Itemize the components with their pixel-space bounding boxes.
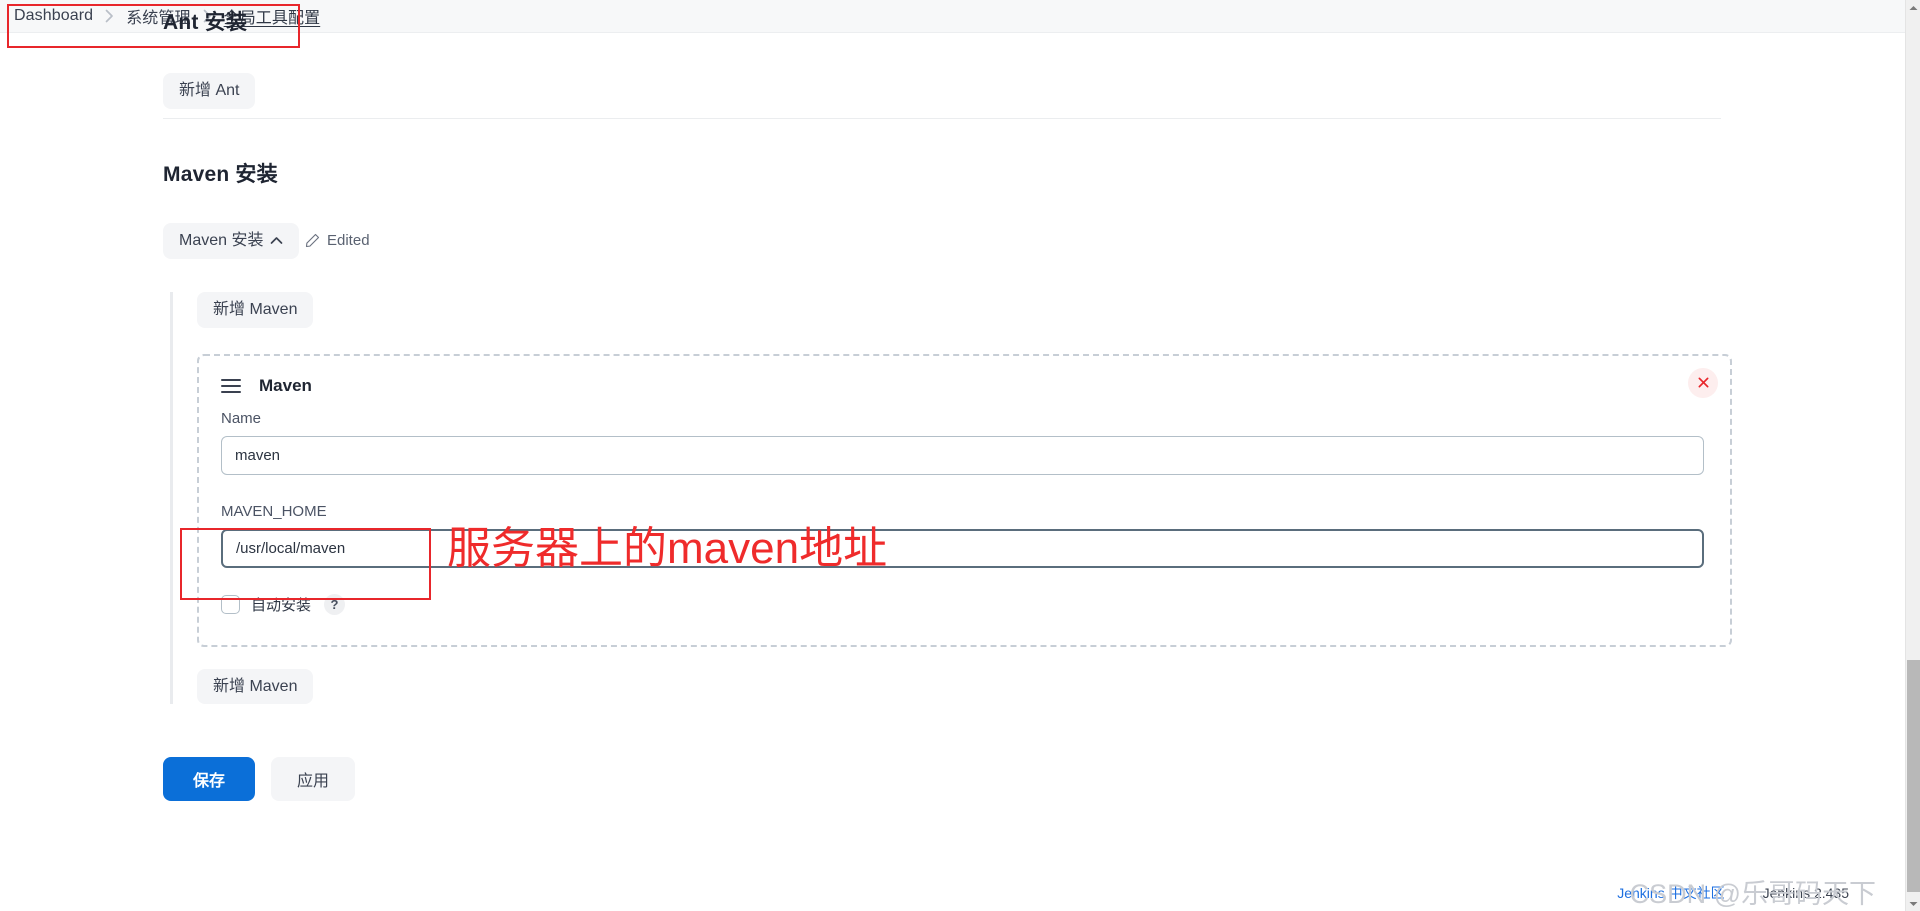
help-icon[interactable]: ? <box>324 593 346 615</box>
field-maven-home: MAVEN_HOME <box>221 503 1708 568</box>
add-ant-button[interactable]: 新增 Ant <box>163 73 256 109</box>
save-button[interactable]: 保存 <box>163 757 256 801</box>
ant-section-title: Ant 安装 <box>163 11 248 34</box>
name-input[interactable] <box>221 435 1704 475</box>
breadcrumb: Dashboard 系统管理 全局工具配置 <box>0 0 1905 33</box>
maven-collapse-toggle[interactable]: Maven 安装 <box>163 223 300 259</box>
caret-up-icon[interactable] <box>1906 0 1920 15</box>
vertical-scrollbar[interactable] <box>1905 0 1920 911</box>
add-maven-button-top[interactable]: 新增 Maven <box>197 292 314 328</box>
page-root: Dashboard 系统管理 全局工具配置 Ant 安装 新增 Ant Mave… <box>0 0 1920 911</box>
drag-handle-icon[interactable] <box>221 378 241 393</box>
annotation-text-maven-home: 服务器上的maven地址 <box>447 524 888 573</box>
caret-down-icon[interactable] <box>1906 896 1920 911</box>
apply-button[interactable]: 应用 <box>271 757 356 801</box>
auto-install-checkbox[interactable] <box>221 594 240 614</box>
maven-card-header: Maven <box>221 376 1708 396</box>
chevron-right-icon <box>105 9 114 23</box>
maven-tool-card: Maven Name MAVEN_HOME 自动安装 ? <box>197 353 1732 647</box>
field-name-label: Name <box>221 409 262 427</box>
pencil-icon <box>305 233 320 248</box>
action-buttons: 保存 应用 <box>163 757 356 801</box>
maven-home-input[interactable] <box>221 528 1704 568</box>
maven-card-title: Maven <box>259 375 312 395</box>
maven-section-body: 新增 Maven Maven Name MAVEN_HOME <box>170 292 1735 705</box>
jenkins-version: Jenkins 2.435 <box>1762 885 1849 901</box>
section-divider <box>163 118 1721 119</box>
edited-label: Edited <box>327 232 370 249</box>
maven-section-title: Maven 安装 <box>163 163 278 186</box>
maven-collapse-label: Maven 安装 <box>179 232 264 249</box>
auto-install-row: 自动安装 ? <box>221 593 1708 615</box>
field-name: Name <box>221 410 1708 475</box>
add-maven-button-bottom[interactable]: 新增 Maven <box>197 668 314 705</box>
jenkins-community-link[interactable]: Jenkins 中文社区 <box>1617 883 1724 903</box>
auto-install-label: 自动安装 <box>251 596 312 614</box>
breadcrumb-item-dashboard[interactable]: Dashboard <box>14 7 93 25</box>
field-maven-home-label: MAVEN_HOME <box>221 502 327 520</box>
chevron-up-icon <box>270 236 283 245</box>
close-icon[interactable] <box>1688 367 1718 398</box>
edited-badge: Edited <box>305 232 370 249</box>
page-footer: Jenkins 中文社区 Jenkins 2.435 <box>0 883 1905 903</box>
scrollbar-thumb[interactable] <box>1907 660 1920 892</box>
